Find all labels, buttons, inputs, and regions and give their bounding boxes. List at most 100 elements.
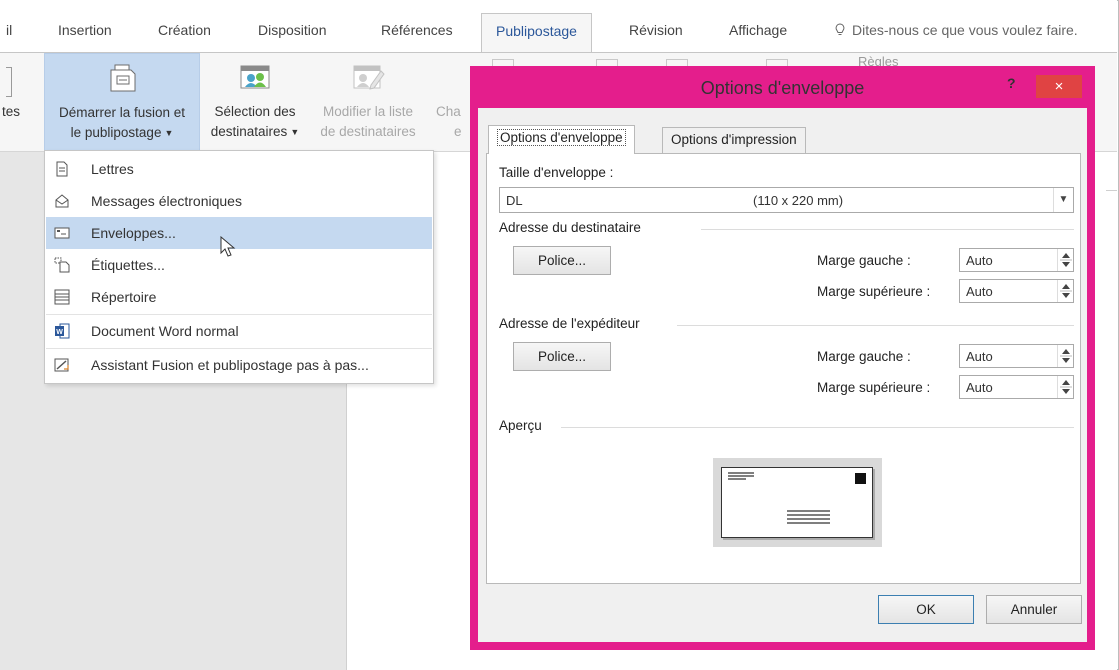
menu-item-letters[interactable]: Lettres (46, 153, 432, 185)
menu-item-directory[interactable]: Répertoire (46, 281, 432, 313)
menu-item-emails[interactable]: Messages électroniques (46, 185, 432, 217)
ok-button[interactable]: OK (878, 595, 974, 624)
cancel-label: Annuler (1010, 602, 1058, 617)
close-icon: × (1054, 78, 1064, 95)
dropdown-caret-icon: ▼ (290, 127, 300, 137)
font-button-label: Police... (537, 349, 587, 364)
close-button[interactable]: × (1036, 75, 1082, 98)
start-merge-icon (110, 64, 136, 92)
recipient-margin-left-label: Marge gauche : (817, 253, 911, 268)
merge-type-menu: Lettres Messages électroniques Enveloppe… (44, 150, 434, 384)
sender-margin-top-spinner[interactable]: Auto (959, 375, 1074, 399)
tab-publipostage[interactable]: Publipostage (481, 13, 592, 53)
letter-icon (56, 161, 68, 177)
sender-margin-top-label: Marge supérieure : (817, 380, 931, 395)
dialog-title-bar[interactable]: Options d'enveloppe ? × (470, 66, 1095, 108)
tell-me-text: Dites-nous ce que vous voulez faire. (852, 22, 1078, 38)
lightbulb-icon (835, 23, 845, 35)
group-divider (701, 229, 1074, 230)
menu-item-labels[interactable]: Étiquettes... (46, 249, 432, 281)
envelope-size-select[interactable]: DL (110 x 220 mm) ▼ (499, 187, 1074, 213)
tell-me-box[interactable]: Dites-nous ce que vous voulez faire. (835, 22, 1078, 38)
ribbon-tab-row: il Insertion Création Disposition Référe… (0, 0, 1117, 53)
ribbon-partial-next-button[interactable]: Cha e (436, 53, 466, 151)
tab-label: Options d'enveloppe (497, 129, 626, 146)
partial-label: tes (2, 104, 21, 119)
partial-next-line2: e (454, 124, 462, 139)
spinner-arrows-icon[interactable] (1057, 249, 1073, 271)
recipient-margin-left-spinner[interactable]: Auto (959, 248, 1074, 272)
tab-references[interactable]: Références (381, 22, 453, 38)
tab-revision[interactable]: Révision (629, 22, 683, 38)
tab-insertion[interactable]: Insertion (58, 22, 112, 38)
envelope-drawing (728, 472, 866, 524)
chevron-down-icon: ▼ (1053, 188, 1073, 212)
email-icon (55, 194, 69, 208)
spinner-value: Auto (966, 349, 993, 364)
edit-list-icon (353, 65, 385, 90)
select-recipients-line2: destinataires (210, 124, 288, 139)
spinner-value: Auto (966, 253, 993, 268)
spinner-arrows-icon[interactable] (1057, 376, 1073, 398)
sender-group: Adresse de l'expéditeur (499, 316, 1074, 334)
dropdown-caret-icon: ▼ (164, 128, 174, 138)
sender-font-button[interactable]: Police... (513, 342, 611, 371)
sender-margin-left-spinner[interactable]: Auto (959, 344, 1074, 368)
select-recipients-line1: Sélection des (214, 104, 296, 119)
start-merge-line2: le publipostage (70, 125, 162, 140)
envelope-size-name: DL (506, 193, 523, 208)
spinner-value: Auto (966, 284, 993, 299)
menu-item-envelopes[interactable]: Enveloppes... (46, 217, 432, 249)
preview-label: Aperçu (499, 418, 542, 433)
tab-affichage[interactable]: Affichage (729, 22, 787, 38)
ribbon-partial-button[interactable]: tes (0, 53, 30, 151)
mouse-pointer-icon (220, 236, 236, 257)
help-button[interactable]: ? (1007, 75, 1016, 91)
menu-item-label: Enveloppes... (91, 225, 176, 241)
menu-item-label: Lettres (91, 161, 134, 177)
group-divider (677, 325, 1074, 326)
ok-label: OK (916, 602, 936, 617)
word-doc-icon: W (55, 323, 70, 339)
start-merge-button[interactable]: Démarrer la fusion et le publipostage ▼ (44, 53, 200, 151)
recipient-margin-top-spinner[interactable]: Auto (959, 279, 1074, 303)
tab-print-options[interactable]: Options d'impression (662, 127, 806, 153)
cancel-button[interactable]: Annuler (986, 595, 1082, 624)
envelope-icon (54, 227, 70, 239)
tab-envelope-options[interactable]: Options d'enveloppe (488, 125, 635, 154)
select-recipients-button[interactable]: Sélection des destinataires ▼ (202, 53, 308, 151)
tab-creation[interactable]: Création (158, 22, 211, 38)
menu-item-label: Assistant Fusion et publipostage pas à p… (91, 357, 369, 373)
menu-item-label: Document Word normal (91, 323, 239, 339)
envelope-size-dims: (110 x 220 mm) (753, 193, 844, 208)
tab-partial[interactable]: il (6, 22, 12, 38)
menu-item-normal-word-document[interactable]: W Document Word normal (46, 315, 432, 347)
menu-item-merge-wizard[interactable]: Assistant Fusion et publipostage pas à p… (46, 349, 432, 381)
tab-disposition[interactable]: Disposition (258, 22, 326, 38)
dialog-client-area: Options d'enveloppe Options d'impression… (478, 108, 1087, 642)
spinner-value: Auto (966, 380, 993, 395)
envelope-preview[interactable] (713, 458, 882, 547)
menu-item-label: Étiquettes... (91, 257, 165, 273)
recipient-group: Adresse du destinataire (499, 220, 1074, 238)
directory-icon (54, 289, 70, 305)
edit-recipient-list-button[interactable]: Modifier la liste de destinataires (310, 53, 426, 151)
recipients-icon (240, 65, 270, 89)
group-divider (561, 427, 1074, 428)
edit-list-line2: de destinataires (320, 124, 416, 139)
document-ruler-mark (1106, 190, 1117, 191)
spinner-arrows-icon[interactable] (1057, 280, 1073, 302)
envelope-preview-image (721, 467, 873, 538)
spinner-arrows-icon[interactable] (1057, 345, 1073, 367)
sender-section-label: Adresse de l'expéditeur (499, 316, 640, 331)
font-button-label: Police... (537, 253, 587, 268)
menu-item-label: Répertoire (91, 289, 157, 305)
edit-list-line1: Modifier la liste (322, 104, 414, 119)
envelope-size-label: Taille d'enveloppe : (499, 165, 614, 180)
recipient-font-button[interactable]: Police... (513, 246, 611, 275)
sender-margin-left-label: Marge gauche : (817, 349, 911, 364)
preview-group: Aperçu (499, 418, 1074, 436)
svg-text:W: W (56, 329, 63, 336)
start-merge-line1: Démarrer la fusion et (58, 105, 186, 120)
dialog-title: Options d'enveloppe (700, 78, 865, 98)
